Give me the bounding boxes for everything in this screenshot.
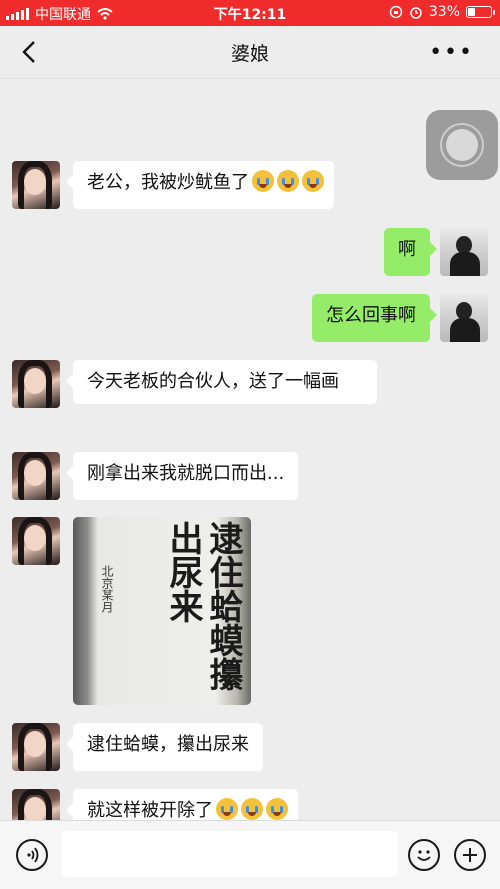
message-text: 就这样被开除了 <box>87 800 213 821</box>
plus-icon <box>463 848 477 862</box>
my-avatar[interactable] <box>440 294 488 342</box>
contact-avatar[interactable] <box>12 517 60 565</box>
message-text: 刚拿出来我就脱口而出... <box>87 463 285 484</box>
crying-emoji-icon <box>302 170 324 192</box>
crying-emoji-icon <box>277 170 299 192</box>
message-text: 逮住蛤蟆，攥出尿来 <box>87 734 249 755</box>
plus-button[interactable] <box>454 839 486 871</box>
core-icon <box>446 129 478 161</box>
contact-avatar[interactable] <box>12 452 60 500</box>
my-avatar[interactable] <box>440 228 488 276</box>
calligraphy-image[interactable]: 逮住蛤蟆攥出尿来 北京某月 <box>73 517 251 705</box>
calligraphy-inscription: 北京某月 <box>100 565 114 613</box>
contact-avatar[interactable] <box>12 723 60 771</box>
voice-icon <box>27 847 39 863</box>
message-text: 啊 <box>398 239 416 260</box>
emoji-icon <box>417 850 431 861</box>
message-bubble[interactable]: 今天老板的合伙人，送了一幅画 <box>66 360 377 404</box>
my-message-bubble[interactable]: 啊 <box>384 228 437 276</box>
message-input[interactable] <box>62 831 398 877</box>
floating-assistive-button[interactable] <box>426 110 498 180</box>
alarm-icon <box>410 7 422 19</box>
message-bubble[interactable]: 逮住蛤蟆，攥出尿来 <box>66 723 263 771</box>
message-text: 今天老板的合伙人，送了一幅画 <box>87 371 339 392</box>
crying-emoji-icon <box>266 798 288 820</box>
message-bubble[interactable]: 刚拿出来我就脱口而出... <box>65 452 299 500</box>
my-message-bubble[interactable]: 怎么回事啊 <box>312 294 437 342</box>
contact-avatar[interactable] <box>12 161 60 209</box>
message-text: 老公，我被炒鱿鱼了 <box>87 172 249 193</box>
message-text: 怎么回事啊 <box>326 305 416 326</box>
chat-title: 婆娘 <box>230 43 269 65</box>
voice-button[interactable] <box>16 839 48 871</box>
battery-percent: 33% <box>428 4 460 20</box>
status-bar: 中国联通 下午12:11 33% <box>0 0 500 26</box>
crying-emoji-icon <box>241 798 263 820</box>
input-bar <box>0 820 500 889</box>
calligraphy-text: 逮住蛤蟆攥出尿来 <box>163 521 243 691</box>
chat-header: 婆娘 ••• <box>0 26 500 79</box>
message-bubble[interactable]: 老公，我被炒鱿鱼了 <box>66 161 334 209</box>
more-button[interactable]: ••• <box>429 40 474 65</box>
emoji-button[interactable] <box>408 839 440 871</box>
crying-emoji-icon <box>216 798 238 820</box>
battery-icon <box>466 6 495 18</box>
contact-avatar[interactable] <box>12 360 60 408</box>
crying-emoji-icon <box>252 170 274 192</box>
battery-fill <box>468 8 475 16</box>
lock-rotation-icon <box>389 5 403 19</box>
